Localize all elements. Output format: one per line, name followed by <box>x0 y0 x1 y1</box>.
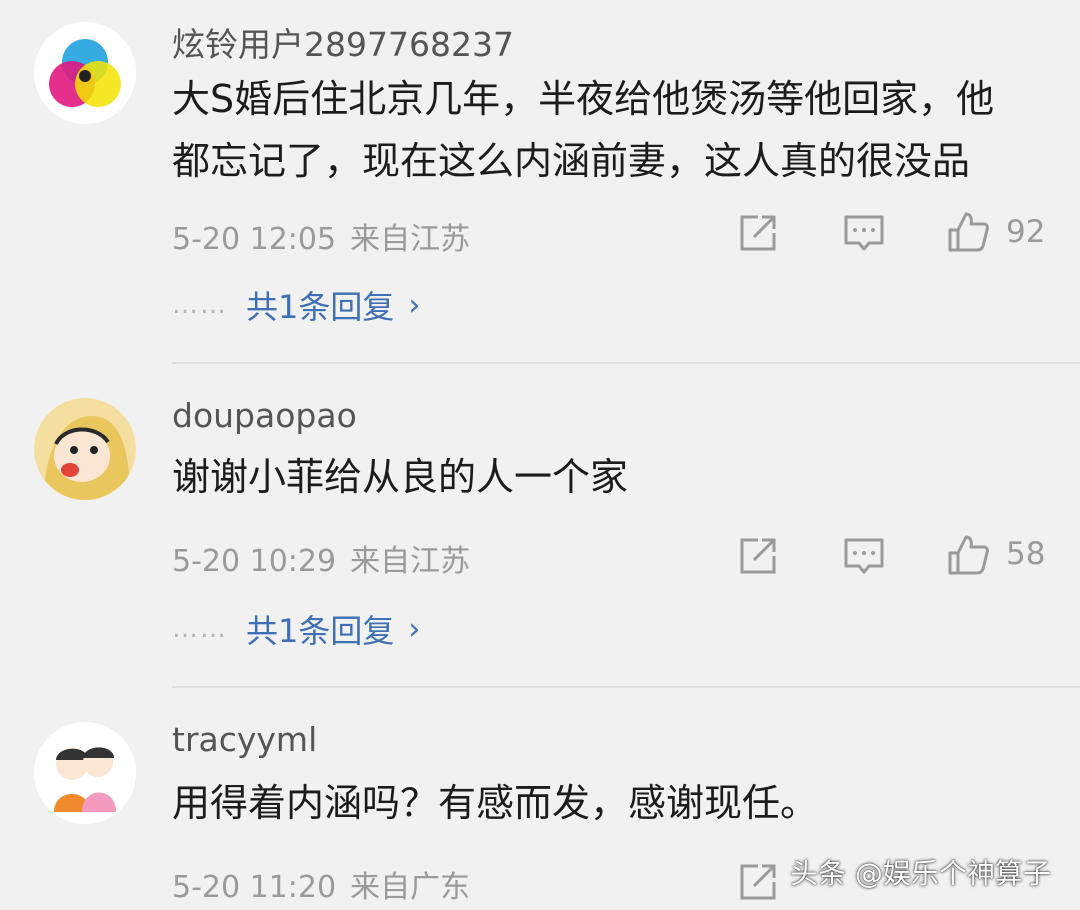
share-icon <box>740 538 776 574</box>
replies-dots: …… <box>172 614 228 644</box>
share-icon <box>740 864 776 900</box>
comment-text-line: 大S婚后住北京几年，半夜给他煲汤等他回家，他 <box>172 77 995 121</box>
watermark: 头条 @娱乐个神算子 <box>790 857 1051 890</box>
comment-text: 用得着内涵吗？有感而发，感谢现任。 <box>172 772 1052 834</box>
thumbs-up-icon <box>948 535 989 575</box>
avatar-image <box>34 722 136 824</box>
like-button[interactable] <box>946 533 990 577</box>
share-icon <box>740 215 776 251</box>
replies-dots: …… <box>172 290 228 320</box>
location: 来自江苏 <box>350 222 471 257</box>
comment-meta: 5-20 11:20 来自广东 <box>172 862 470 906</box>
timestamp: 5-20 11:20 <box>172 870 337 905</box>
avatar[interactable] <box>34 398 136 500</box>
username[interactable]: tracyyml <box>172 720 317 759</box>
comment-text-line: 用得着内涵吗？有感而发，感谢现任。 <box>172 781 819 825</box>
comment-meta: 5-20 10:29 来自江苏 <box>172 536 470 580</box>
username[interactable]: doupaopao <box>172 396 357 435</box>
comment-item: 炫铃用户2897768237 大S婚后住北京几年，半夜给他煲汤等他回家，他 都忘… <box>0 0 1080 360</box>
comment-button[interactable] <box>842 211 886 255</box>
like-count: 58 <box>1006 536 1046 572</box>
share-button[interactable] <box>736 860 780 904</box>
comment-meta: 5-20 12:05 来自江苏 <box>172 214 470 258</box>
avatar[interactable] <box>34 722 136 824</box>
comment-icon <box>844 538 884 574</box>
replies-label: 共1条回复 <box>246 288 395 326</box>
replies-label: 共1条回复 <box>246 612 395 650</box>
location: 来自江苏 <box>350 544 471 579</box>
avatar[interactable] <box>34 22 136 124</box>
chevron-right-icon: › <box>408 287 421 323</box>
avatar-image <box>34 22 136 124</box>
thumbs-up-icon <box>948 212 989 252</box>
comment-item: doupaopao 谢谢小菲给从良的人一个家 5-20 10:29 来自江苏 58… <box>0 364 1080 684</box>
avatar-image <box>34 398 136 500</box>
comment-text: 大S婚后住北京几年，半夜给他煲汤等他回家，他 都忘记了，现在这么内涵前妻，这人真… <box>172 68 1052 192</box>
comment-button[interactable] <box>842 534 886 578</box>
comment-text: 谢谢小菲给从良的人一个家 <box>172 446 1052 508</box>
replies-link[interactable]: …… 共1条回复 › <box>172 606 420 652</box>
share-button[interactable] <box>736 211 780 255</box>
comment-icon <box>844 215 884 251</box>
location: 来自广东 <box>350 870 471 905</box>
username[interactable]: 炫铃用户2897768237 <box>172 18 514 66</box>
like-count: 92 <box>1006 214 1046 250</box>
comment-text-line: 谢谢小菲给从良的人一个家 <box>172 455 629 499</box>
share-button[interactable] <box>736 534 780 578</box>
timestamp: 5-20 10:29 <box>172 544 337 579</box>
like-button[interactable] <box>946 210 990 254</box>
chevron-right-icon: › <box>408 611 421 647</box>
replies-link[interactable]: …… 共1条回复 › <box>172 282 420 328</box>
timestamp: 5-20 12:05 <box>172 222 337 257</box>
comment-text-line: 都忘记了，现在这么内涵前妻，这人真的很没品 <box>172 139 971 183</box>
